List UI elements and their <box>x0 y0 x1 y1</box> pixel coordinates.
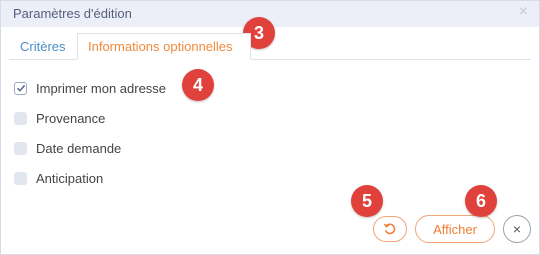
afficher-button[interactable]: Afficher <box>415 215 495 243</box>
option-label: Imprimer mon adresse <box>36 80 167 96</box>
edit-settings-dialog: Paramètres d'édition × Critères Informat… <box>0 0 540 255</box>
option-label: Date demande <box>36 140 122 156</box>
close-button[interactable]: × <box>503 215 531 243</box>
tab-criteres[interactable]: Critères <box>9 33 76 59</box>
annotation-badge-6: 6 <box>465 185 497 217</box>
option-label: Provenance <box>36 110 106 126</box>
dialog-close-icon[interactable]: × <box>519 4 528 20</box>
option-label: Anticipation <box>36 170 104 186</box>
checkbox-unchecked[interactable] <box>14 171 27 185</box>
check-icon <box>16 84 25 92</box>
checkbox-unchecked[interactable] <box>14 141 27 155</box>
annotation-badge-5: 5 <box>351 185 383 217</box>
checkbox-checked[interactable] <box>14 81 27 95</box>
annotation-badge-4: 4 <box>182 69 214 101</box>
option-imprimer-mon-adresse[interactable]: Imprimer mon adresse <box>14 80 166 96</box>
refresh-icon <box>383 223 396 235</box>
option-anticipation[interactable]: Anticipation <box>14 170 103 186</box>
reset-button[interactable] <box>373 216 407 242</box>
close-icon: × <box>512 221 522 237</box>
option-date-demande[interactable]: Date demande <box>14 140 121 156</box>
tab-informations-optionnelles[interactable]: Informations optionnelles <box>77 33 251 60</box>
option-provenance[interactable]: Provenance <box>14 110 105 126</box>
dialog-title: Paramètres d'édition <box>13 6 132 21</box>
checkbox-unchecked[interactable] <box>14 111 27 125</box>
